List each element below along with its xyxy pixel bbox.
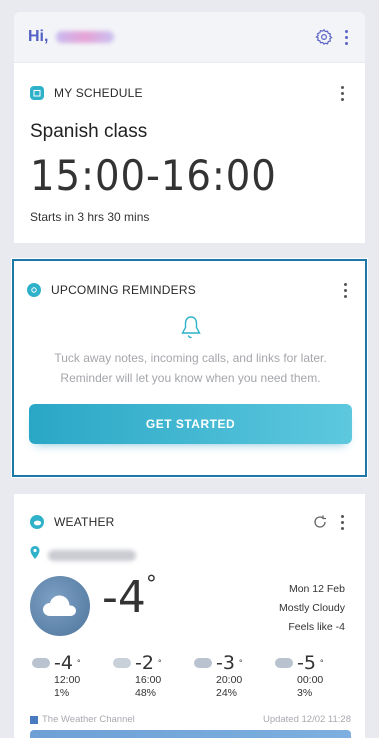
weather-card[interactable]: WEATHER -4° Mon 12 Feb Mostly Cloudy Fee… (14, 494, 365, 738)
next-card-peek[interactable] (30, 730, 351, 738)
location-pin-icon (30, 546, 40, 564)
schedule-more-icon[interactable] (333, 80, 351, 106)
reminders-more-icon[interactable] (336, 277, 354, 303)
cloud-icon (32, 658, 50, 668)
forecast-item: -4 ° 12:00 1% (32, 652, 102, 700)
reminders-card-label: UPCOMING REMINDERS (51, 283, 196, 297)
location-name-blurred (48, 549, 136, 561)
greeting-text: Hi, (28, 28, 49, 45)
schedule-card-label: MY SCHEDULE (54, 86, 143, 100)
event-name: Spanish class (30, 121, 148, 142)
weather-source[interactable]: The Weather Channel (42, 714, 135, 725)
cloud-icon (275, 658, 293, 668)
gear-icon[interactable] (311, 24, 337, 50)
hourly-forecast: -4 ° 12:00 1% -2 ° 16:00 48% -3 ° 20:00 24%… (30, 652, 351, 700)
weather-channel-logo-icon (30, 715, 38, 724)
weather-condition: Mostly Cloudy (279, 602, 345, 614)
snow-cloud-icon (113, 658, 131, 668)
forecast-item: -3 ° 20:00 24% (194, 652, 264, 700)
reminders-description-line2: Reminder will let you know when you need… (60, 371, 321, 385)
weather-updated: Updated 12/02 11:28 (262, 714, 351, 725)
event-time-range: 15:00-16:00 (30, 151, 277, 200)
greeting-header: Hi, (14, 12, 365, 62)
bell-icon (27, 314, 354, 340)
schedule-card[interactable]: MY SCHEDULE Spanish class 15:00-16:00 St… (14, 63, 365, 243)
reminders-card[interactable]: UPCOMING REMINDERS Tuck away notes, inco… (11, 258, 368, 478)
event-starts-in: Starts in 3 hrs 30 mins (30, 210, 150, 224)
reminder-icon (27, 283, 41, 297)
reminders-description-line1: Tuck away notes, incoming calls, and lin… (54, 351, 327, 365)
current-temperature: -4° (102, 572, 157, 623)
refresh-icon[interactable] (307, 509, 333, 535)
forecast-item: -2 ° 16:00 48% (113, 652, 183, 700)
cloud-icon (194, 658, 212, 668)
weather-feels-like: Feels like -4 (288, 621, 345, 633)
weather-badge-icon (30, 515, 44, 529)
weather-date: Mon 12 Feb (288, 583, 345, 595)
app-frame: Hi, MY SCHEDULE Spanish class 15:00-16:0… (0, 0, 379, 738)
get-started-button[interactable]: GET STARTED (29, 404, 352, 444)
weather-card-label: WEATHER (54, 515, 115, 529)
forecast-item: -5 ° 00:00 3% (275, 652, 345, 700)
weather-more-icon[interactable] (333, 509, 351, 535)
user-name-blurred (56, 31, 115, 43)
calendar-icon (30, 86, 44, 100)
header-more-icon[interactable] (337, 24, 355, 50)
cloudy-weather-icon (30, 576, 90, 636)
